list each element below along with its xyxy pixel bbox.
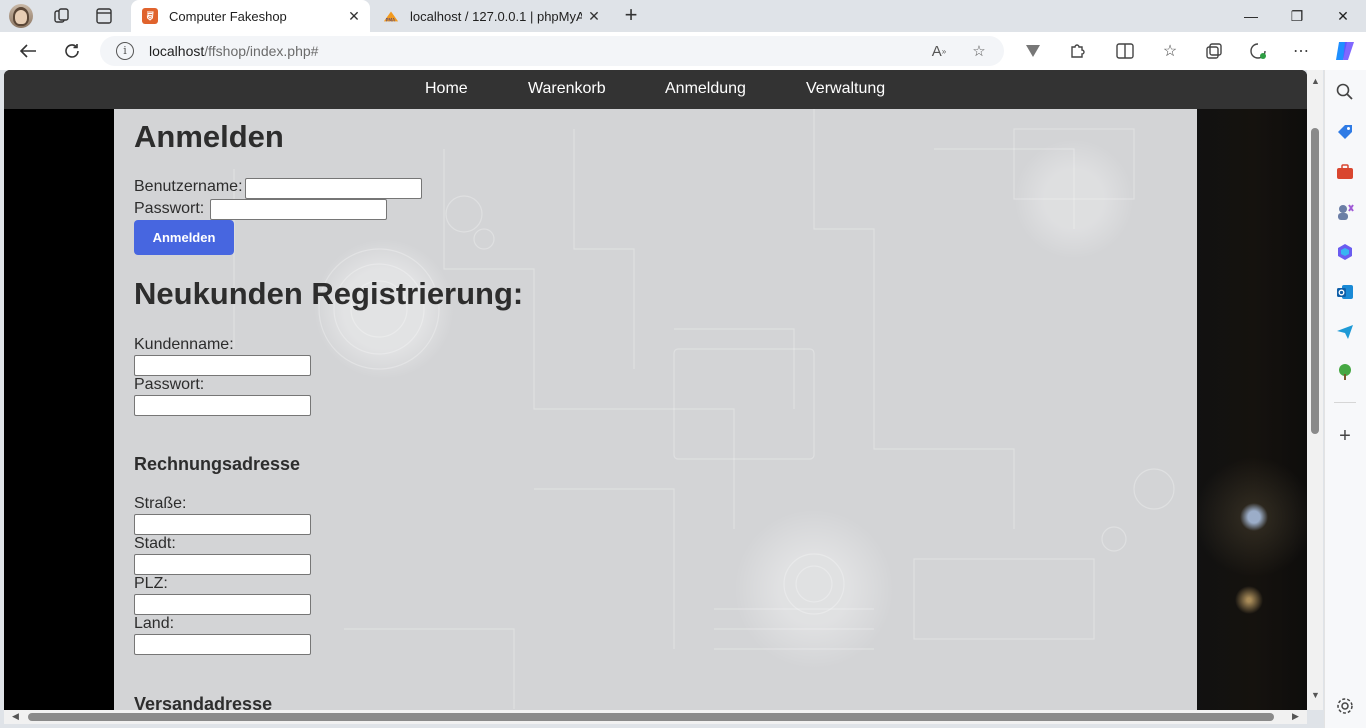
nav-warenkorb[interactable]: Warenkorb bbox=[528, 80, 606, 98]
nav-anmeldung[interactable]: Anmeldung bbox=[665, 80, 746, 98]
country-input[interactable] bbox=[134, 634, 311, 655]
restore-button[interactable]: ❐ bbox=[1274, 0, 1320, 32]
phpmyadmin-icon: PMA bbox=[383, 8, 399, 24]
street-label: Straße: bbox=[134, 495, 187, 512]
address-toolbar: i localhost/ffshop/index.php# A» ☆ ☆ ⋯ bbox=[0, 32, 1366, 70]
customer-name-label: Kundenname: bbox=[134, 336, 234, 353]
browser-essentials-icon[interactable] bbox=[1247, 40, 1269, 62]
collections-icon[interactable] bbox=[1203, 40, 1225, 62]
extension-v-icon[interactable] bbox=[1022, 40, 1044, 62]
site-info-icon[interactable]: i bbox=[116, 42, 134, 60]
url-text[interactable]: localhost/ffshop/index.php# bbox=[149, 43, 318, 59]
horizontal-scrollbar[interactable]: ◀ ▶ bbox=[4, 710, 1307, 724]
scroll-right-icon[interactable]: ▶ bbox=[1292, 711, 1299, 722]
close-tab-icon[interactable]: ✕ bbox=[582, 4, 606, 28]
horizontal-scroll-thumb[interactable] bbox=[28, 713, 1274, 721]
games-icon[interactable] bbox=[1335, 202, 1355, 222]
new-tab-button[interactable]: + bbox=[619, 4, 643, 28]
favorite-star-icon[interactable]: ☆ bbox=[968, 40, 990, 62]
page-viewport: Home Warenkorb Anmeldung Verwaltung Anme… bbox=[4, 70, 1307, 710]
vertical-scroll-thumb[interactable] bbox=[1311, 128, 1319, 434]
city-input[interactable] bbox=[134, 554, 311, 575]
password-label: Passwort: bbox=[134, 200, 205, 217]
register-heading: Neukunden Registrierung: bbox=[134, 276, 524, 311]
url-path: /ffshop/index.php# bbox=[204, 43, 319, 59]
profile-avatar[interactable] bbox=[9, 4, 33, 28]
main-content-panel: Anmelden Benutzername: Passwort: Anmelde… bbox=[114, 109, 1197, 710]
tab-computer-fakeshop[interactable]: Computer Fakeshop ✕ bbox=[131, 0, 370, 32]
copilot-icon[interactable] bbox=[1332, 38, 1358, 64]
vertical-tabs-icon[interactable] bbox=[92, 4, 116, 28]
shipping-heading: Versandadresse bbox=[134, 694, 273, 710]
nav-home[interactable]: Home bbox=[425, 80, 468, 98]
city-label: Stadt: bbox=[134, 535, 176, 552]
tab-title: Computer Fakeshop bbox=[169, 8, 287, 24]
tree-icon[interactable] bbox=[1335, 362, 1355, 382]
address-bar[interactable]: i localhost/ffshop/index.php# A» ☆ bbox=[100, 36, 1004, 66]
username-input[interactable] bbox=[245, 178, 422, 199]
search-icon[interactable] bbox=[1335, 82, 1355, 102]
extensions-puzzle-icon[interactable] bbox=[1066, 40, 1088, 62]
shopping-tag-icon[interactable] bbox=[1335, 122, 1355, 142]
tab-title: localhost / 127.0.0.1 | phpMyAdmin bbox=[410, 8, 582, 24]
back-button[interactable] bbox=[14, 38, 42, 64]
url-host: localhost bbox=[149, 43, 205, 59]
split-screen-icon[interactable] bbox=[1114, 40, 1136, 62]
zip-label: PLZ: bbox=[134, 575, 168, 592]
workspaces-icon[interactable] bbox=[50, 4, 74, 28]
close-window-button[interactable]: ✕ bbox=[1320, 0, 1366, 32]
favorites-icon[interactable]: ☆ bbox=[1159, 40, 1181, 62]
read-aloud-icon[interactable]: A» bbox=[928, 40, 950, 62]
more-options-icon[interactable]: ⋯ bbox=[1290, 40, 1312, 62]
country-label: Land: bbox=[134, 615, 175, 632]
username-label: Benutzername: bbox=[134, 178, 243, 195]
refresh-button[interactable] bbox=[58, 38, 86, 64]
password-input[interactable] bbox=[210, 199, 387, 220]
settings-gear-icon[interactable] bbox=[1335, 696, 1355, 716]
minimize-button[interactable]: — bbox=[1228, 0, 1274, 32]
html5-icon bbox=[142, 8, 158, 24]
sidebar-divider bbox=[1334, 402, 1356, 403]
street-input[interactable] bbox=[134, 514, 311, 535]
svg-text:PMA: PMA bbox=[386, 17, 396, 23]
login-button[interactable]: Anmelden bbox=[134, 220, 234, 255]
edge-sidebar: + bbox=[1324, 70, 1366, 728]
send-drop-icon[interactable] bbox=[1335, 322, 1355, 342]
scroll-up-icon[interactable]: ▲ bbox=[1311, 76, 1320, 86]
site-navbar: Home Warenkorb Anmeldung Verwaltung bbox=[4, 70, 1307, 109]
zip-input[interactable] bbox=[134, 594, 311, 615]
scroll-left-icon[interactable]: ◀ bbox=[12, 711, 19, 722]
nav-verwaltung[interactable]: Verwaltung bbox=[806, 80, 885, 98]
close-tab-icon[interactable]: ✕ bbox=[342, 4, 366, 28]
login-heading: Anmelden bbox=[134, 119, 284, 154]
vertical-scrollbar[interactable]: ▲ ▼ bbox=[1307, 70, 1323, 710]
register-password-label: Passwort: bbox=[134, 376, 205, 393]
add-sidebar-app-icon[interactable]: + bbox=[1335, 426, 1355, 446]
tools-briefcase-icon[interactable] bbox=[1335, 162, 1355, 182]
register-password-input[interactable] bbox=[134, 395, 311, 416]
billing-heading: Rechnungsadresse bbox=[134, 454, 301, 474]
microsoft-365-icon[interactable] bbox=[1335, 242, 1355, 262]
tab-phpmyadmin[interactable]: PMA localhost / 127.0.0.1 | phpMyAdmin ✕ bbox=[372, 0, 610, 32]
scroll-down-icon[interactable]: ▼ bbox=[1311, 690, 1320, 700]
tab-strip: Computer Fakeshop ✕ PMA localhost / 127.… bbox=[0, 0, 1366, 32]
outlook-icon[interactable] bbox=[1335, 282, 1355, 302]
customer-name-input[interactable] bbox=[134, 355, 311, 376]
